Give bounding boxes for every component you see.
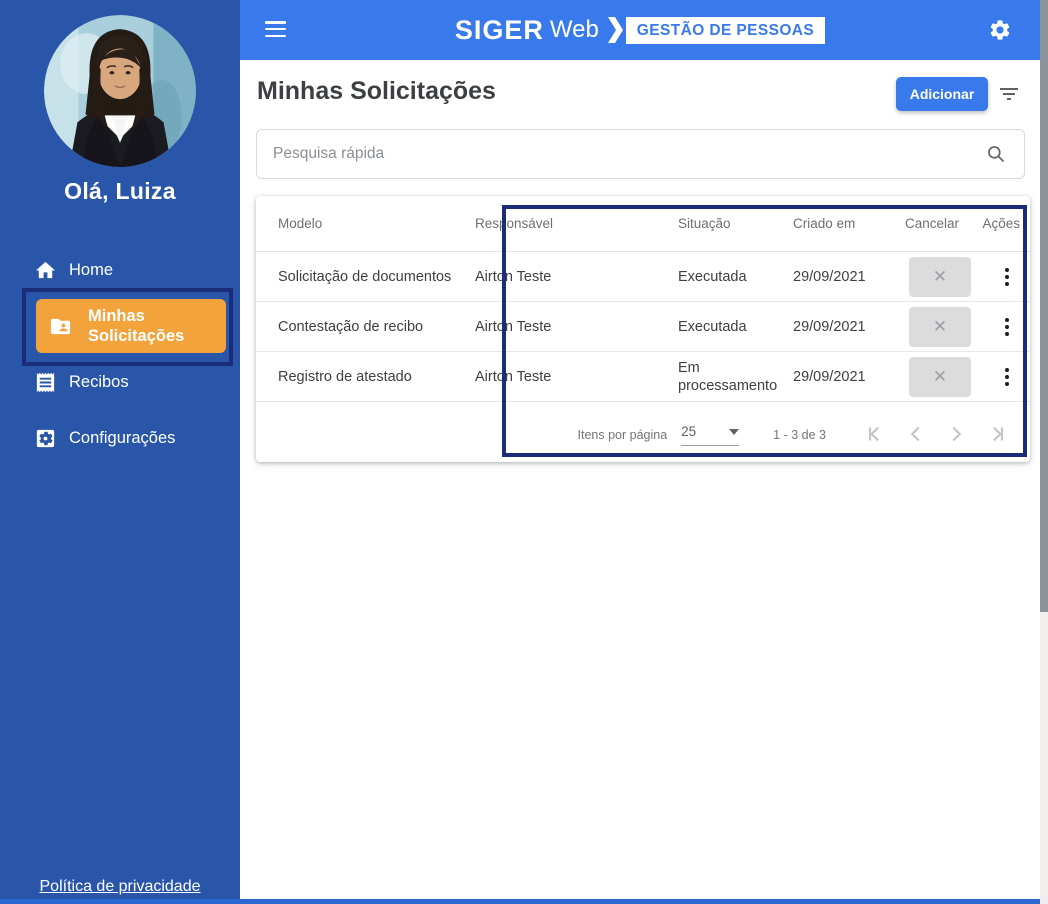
privacy-policy-link[interactable]: Política de privacidade	[0, 878, 240, 896]
settings-gear-icon[interactable]	[988, 18, 1012, 42]
cancel-button[interactable]: ✕	[909, 306, 971, 347]
sidebar-item-minhas-solicitacoes[interactable]: Minhas Solicitações	[36, 299, 226, 353]
badge-chevron-icon	[607, 17, 623, 43]
row-actions-menu-icon[interactable]	[1002, 310, 1020, 344]
filter-list-icon[interactable]	[997, 82, 1021, 106]
requests-table-card: Modelo Responsável Situação Criado em Ca…	[256, 196, 1030, 462]
user-greeting: Olá, Luiza	[64, 178, 176, 204]
settings-applications-icon	[36, 429, 55, 447]
app-window: Olá, Luiza Home Minhas Solicitações Reci…	[0, 0, 1048, 904]
page-range-label: 1 - 3 de 3	[773, 428, 826, 442]
cell-responsavel: Airton Teste	[475, 368, 552, 385]
logo-secondary-text: Web	[549, 16, 599, 43]
table-row: Registro de atestado Airton Teste Em pro…	[256, 352, 1030, 402]
sidebar-item-label: Recibos	[69, 372, 129, 391]
items-per-page-label: Itens por página	[577, 428, 668, 442]
logo-primary-text: SIGER	[454, 14, 544, 45]
sidebar-item-label: Configurações	[69, 428, 176, 447]
receipt-icon	[36, 372, 55, 392]
folder-shared-icon	[50, 318, 71, 334]
first-page-icon[interactable]	[856, 415, 896, 455]
row-actions-menu-icon[interactable]	[1002, 360, 1020, 394]
paginator: Itens por página 25 1 - 3 de 3	[256, 408, 1030, 462]
items-per-page-value: 25	[681, 424, 697, 439]
column-header-cancelar: Cancelar	[905, 216, 960, 231]
search-icon[interactable]	[986, 144, 1006, 164]
cancel-button[interactable]: ✕	[909, 256, 971, 297]
column-header-responsavel: Responsável	[475, 216, 554, 231]
sidebar-item-label: Home	[69, 260, 114, 279]
topbar: SIGER Web GESTÃO DE PESSOAS	[240, 0, 1040, 60]
home-icon	[35, 261, 56, 278]
search-input[interactable]	[257, 145, 986, 163]
logo-badge: GESTÃO DE PESSOAS	[625, 16, 826, 44]
cell-modelo: Solicitação de documentos	[278, 268, 452, 285]
cell-criado-em: 29/09/2021	[793, 368, 866, 385]
column-header-modelo: Modelo	[278, 216, 323, 231]
avatar-photo	[44, 15, 196, 167]
table-row: Solicitação de documentos Airton Teste E…	[256, 252, 1030, 302]
column-header-acoes: Ações	[982, 216, 1020, 231]
add-button[interactable]: Adicionar	[896, 77, 988, 111]
requests-table: Modelo Responsável Situação Criado em Ca…	[256, 196, 1030, 402]
main-content: Minhas Solicitações Adicionar Modelo Res…	[240, 60, 1040, 898]
last-page-icon[interactable]	[976, 415, 1016, 455]
cell-responsavel: Airton Teste	[475, 268, 552, 285]
cell-responsavel: Airton Teste	[475, 318, 552, 335]
sidebar-item-recibos[interactable]: Recibos	[34, 366, 129, 398]
cell-modelo: Contestação de recibo	[278, 318, 424, 335]
sidebar-item-configuracoes[interactable]: Configurações	[34, 422, 175, 454]
chevron-down-icon	[729, 428, 740, 435]
cell-criado-em: 29/09/2021	[793, 318, 866, 335]
cell-criado-em: 29/09/2021	[793, 268, 866, 285]
scrollbar-track[interactable]	[1040, 0, 1048, 904]
page-title: Minhas Solicitações	[257, 77, 496, 105]
cell-situacao: Em processamento	[678, 359, 778, 394]
row-actions-menu-icon[interactable]	[1002, 260, 1020, 294]
avatar	[44, 15, 196, 167]
items-per-page-select[interactable]: 25	[681, 424, 740, 446]
column-header-situacao: Situação	[678, 216, 731, 231]
next-page-icon[interactable]	[936, 415, 976, 455]
prev-page-icon[interactable]	[896, 415, 936, 455]
cell-situacao: Executada	[678, 318, 747, 335]
cell-modelo: Registro de atestado	[278, 368, 412, 385]
table-header-row: Modelo Responsável Situação Criado em Ca…	[256, 196, 1030, 252]
app-logo: SIGER Web GESTÃO DE PESSOAS	[240, 0, 1040, 60]
table-row: Contestação de recibo Airton Teste Execu…	[256, 302, 1030, 352]
bottom-accent-strip	[0, 899, 1040, 904]
sidebar-item-label: Minhas Solicitações	[88, 307, 185, 345]
scrollbar-thumb[interactable]	[1040, 0, 1048, 612]
cell-situacao: Executada	[678, 268, 747, 285]
column-header-criado-em: Criado em	[793, 216, 856, 231]
search-bar	[256, 129, 1025, 179]
sidebar-item-home[interactable]: Home	[34, 254, 113, 286]
cancel-button[interactable]: ✕	[909, 356, 971, 397]
sidebar: Olá, Luiza Home Minhas Solicitações Reci…	[0, 0, 240, 904]
